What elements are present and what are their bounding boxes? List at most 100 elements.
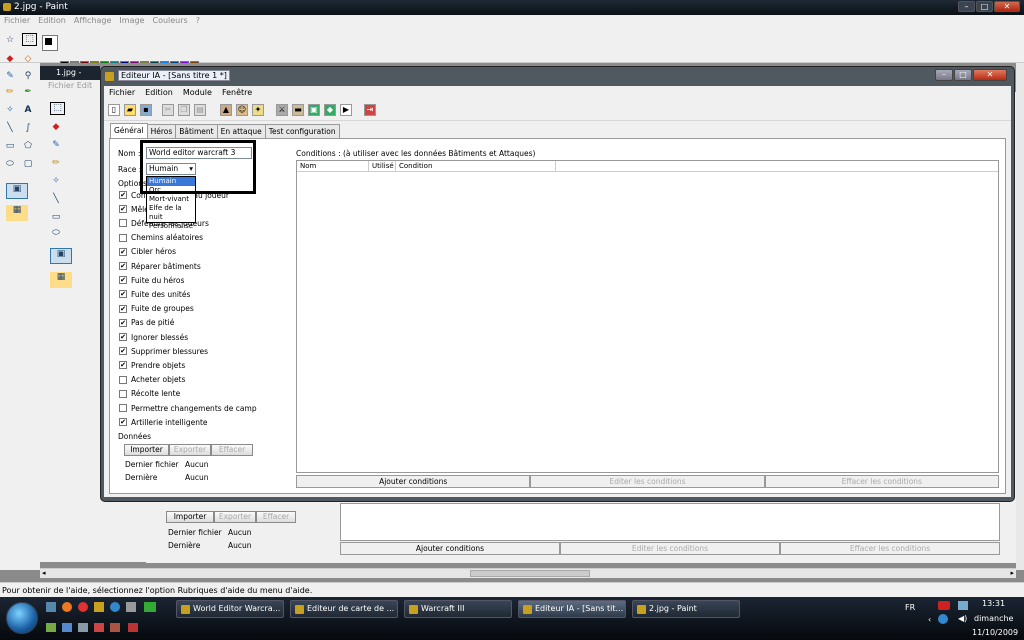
back-editer-button[interactable]: Editer les conditions [560, 542, 780, 555]
race-option-elfe-nuit[interactable]: Elfe de la nuit [147, 204, 195, 222]
back-airbrush-icon[interactable]: ✧ [50, 176, 62, 186]
test-icon[interactable]: ▣ [308, 104, 320, 116]
editor-menu-fichier[interactable]: Fichier [109, 86, 135, 99]
back-effacer-cond-button[interactable]: Effacer les conditions [780, 542, 1000, 555]
clock-time[interactable]: 13:31 [982, 599, 1005, 608]
option-checkbox[interactable] [119, 375, 127, 384]
text-icon[interactable]: A [22, 105, 34, 115]
quicklaunch-row2-icon-6[interactable] [128, 623, 138, 632]
option-checkbox[interactable]: ✔ [119, 247, 127, 256]
option-checkbox[interactable] [119, 233, 127, 242]
option-checkbox[interactable]: ✔ [119, 418, 127, 427]
tab-test-configuration[interactable]: Test configuration [264, 124, 340, 138]
curve-icon[interactable]: ∫ [22, 123, 34, 133]
volume-tray-icon[interactable]: ◀) [958, 614, 967, 623]
maximize-button[interactable]: □ [976, 1, 993, 12]
clock-day[interactable]: dimanche [974, 614, 1013, 623]
menu-couleurs[interactable]: Couleurs [152, 15, 187, 27]
menu-help[interactable]: ? [196, 15, 200, 27]
task-warcraft[interactable]: Warcraft III [404, 600, 512, 618]
menu-affichage[interactable]: Affichage [74, 15, 112, 27]
back-fill-style-icon[interactable]: ▣ [50, 248, 72, 264]
rectangle-icon[interactable]: ▭ [4, 141, 16, 151]
tab-en-attaque[interactable]: En attaque [216, 124, 266, 138]
task-editeur-carte[interactable]: Editeur de carte de ... [290, 600, 398, 618]
option-checkbox[interactable]: ✔ [119, 262, 127, 270]
back-ajouter-button[interactable]: Ajouter conditions [340, 542, 560, 555]
quicklaunch-row2-icon-3[interactable] [78, 623, 88, 632]
minimize-button[interactable]: – [958, 1, 975, 12]
export-icon[interactable]: ▶ [340, 104, 352, 116]
tray-expand-icon[interactable]: ‹ [928, 615, 931, 624]
back-picker-icon[interactable]: ✎ [50, 140, 62, 150]
back-importer-button[interactable]: Importer [166, 511, 214, 523]
back-window-menu[interactable]: Fichier Edit [40, 80, 100, 92]
rect-select-icon[interactable]: ⬚ [22, 33, 37, 46]
quicklaunch-firefox-icon[interactable] [62, 602, 72, 612]
back-ellipse-icon[interactable]: ⬭ [50, 228, 62, 238]
editor-title-bar[interactable]: Editeur IA - [Sans titre 1 *] – □ ✕ [102, 67, 1013, 85]
clock-date[interactable]: 11/10/2009 [972, 628, 1018, 637]
quicklaunch-warcraft-icon[interactable] [94, 602, 104, 612]
editor-menu-fenetre[interactable]: Fenêtre [222, 86, 252, 99]
quicklaunch-desktop-icon[interactable] [46, 602, 56, 612]
option-checkbox[interactable]: ✔ [119, 333, 127, 341]
open-icon[interactable]: ▰ [124, 104, 136, 116]
unit-icon[interactable]: ▬ [292, 104, 304, 116]
back-window-title-bar[interactable]: 1.jpg - Paint [40, 66, 100, 80]
vertical-scrollbar[interactable] [1016, 63, 1024, 570]
pencil-icon[interactable]: ✏ [4, 87, 16, 97]
tab-heros[interactable]: Héros [146, 124, 177, 138]
exporter-button[interactable]: Exporter [169, 444, 211, 456]
editor-minimize-button[interactable]: – [935, 69, 953, 81]
attack-icon[interactable]: ⚔ [276, 104, 288, 116]
magnifier-icon[interactable]: ⚲ [22, 71, 34, 81]
help-tray-icon[interactable] [938, 614, 948, 624]
editor-maximize-button[interactable]: □ [954, 69, 972, 81]
exit-icon[interactable]: ⇥ [364, 104, 376, 116]
task-world-editor[interactable]: World Editor Warcra... [176, 600, 284, 618]
tab-batiment[interactable]: Bâtiment [175, 124, 218, 138]
ati-tray-icon[interactable] [938, 601, 950, 610]
quicklaunch-row2-icon-1[interactable] [46, 623, 56, 632]
back-select-icon[interactable]: ⬚ [50, 102, 65, 115]
brush-icon[interactable]: ✒ [22, 87, 34, 97]
task-editeur-ia[interactable]: Editeur IA - [Sans tit... [518, 600, 626, 618]
importer-button[interactable]: Importer [124, 444, 169, 456]
option-checkbox[interactable]: ✔ [119, 318, 127, 327]
task-paint[interactable]: 2.jpg - Paint [632, 600, 740, 618]
back-listview[interactable] [340, 503, 1000, 541]
fill-icon[interactable]: ◇ [22, 54, 34, 64]
menu-edition[interactable]: Edition [38, 15, 66, 27]
option-checkbox[interactable] [119, 404, 127, 412]
language-indicator[interactable]: FR [905, 603, 915, 612]
option-checkbox[interactable]: ✔ [119, 276, 127, 285]
back-fill-style-2-icon[interactable]: ▦ [50, 272, 72, 288]
quicklaunch-ie-icon[interactable] [110, 602, 120, 612]
rounded-rect-icon[interactable]: ▢ [22, 159, 34, 169]
back-line-icon[interactable]: ╲ [50, 194, 62, 204]
menu-fichier[interactable]: Fichier [4, 15, 30, 27]
paste-icon[interactable]: ▤ [194, 104, 206, 116]
option-checkbox[interactable]: ✔ [119, 304, 127, 313]
config-icon[interactable]: ◆ [324, 104, 336, 116]
eraser-icon[interactable]: ◆ [4, 54, 16, 64]
option-checkbox[interactable]: ✔ [119, 205, 127, 214]
quicklaunch-row2-icon-2[interactable] [62, 623, 72, 632]
effacer-button[interactable]: Effacer [211, 444, 253, 456]
cut-icon[interactable]: ✂ [162, 104, 174, 116]
column-nom[interactable]: Nom [297, 161, 369, 171]
start-button[interactable] [6, 602, 38, 634]
close-button[interactable]: ✕ [994, 1, 1020, 12]
fill-style-icon[interactable]: ▣ [6, 183, 28, 199]
line-icon[interactable]: ╲ [4, 123, 16, 133]
building-icon[interactable]: ✦ [252, 104, 264, 116]
quicklaunch-row2-icon-5[interactable] [110, 623, 120, 632]
option-checkbox[interactable]: ✔ [119, 191, 127, 199]
save-icon[interactable]: ▪ [140, 104, 152, 116]
option-checkbox[interactable]: ✔ [119, 347, 127, 356]
back-effacer-button[interactable]: Effacer [256, 511, 296, 523]
editer-conditions-button[interactable]: Editer les conditions [530, 475, 765, 488]
polygon-icon[interactable]: ⬠ [22, 141, 34, 151]
color-selector[interactable] [42, 35, 58, 51]
